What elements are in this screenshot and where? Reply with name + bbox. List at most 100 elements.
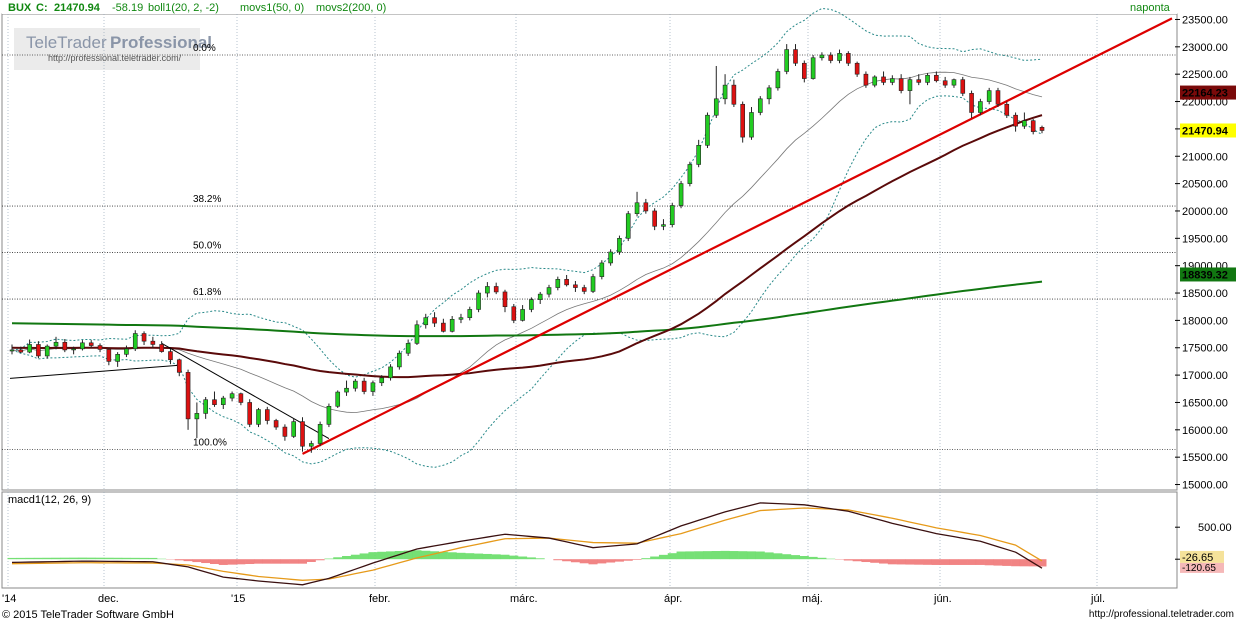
- candle-body: [713, 98, 719, 116]
- candle-body: [309, 443, 314, 447]
- candle-body: [300, 421, 305, 447]
- x-axis-label: febr.: [369, 593, 390, 605]
- macd-histogram-bar: [482, 553, 492, 560]
- fibonacci-label: 50.0%: [193, 241, 221, 252]
- macd-histogram-bar: [262, 559, 272, 564]
- value-badge-label: 22164.23: [1182, 88, 1228, 100]
- candle-body: [397, 352, 402, 368]
- candle-body: [282, 426, 288, 437]
- macd-histogram-bar: [474, 553, 484, 560]
- candle-body: [766, 87, 772, 100]
- macd-y-tick-label: 500.00: [1198, 522, 1232, 534]
- macd-histogram-bar: [192, 559, 202, 563]
- macd-histogram-bar: [808, 556, 818, 560]
- candle-body: [414, 324, 420, 344]
- macd-histogram-bar: [940, 559, 950, 565]
- candle-body: [775, 71, 781, 89]
- fibonacci-label: 0.0%: [193, 43, 216, 54]
- candle-body: [256, 409, 261, 425]
- macd-histogram-bar: [104, 557, 114, 560]
- header-close-label: C:: [36, 2, 48, 14]
- candle-body: [185, 372, 191, 420]
- candle-body: [810, 57, 816, 79]
- candle-body: [678, 183, 684, 206]
- candle-body: [581, 287, 587, 292]
- footer-url[interactable]: http://professional.teletrader.com: [1089, 609, 1234, 620]
- candle-body: [159, 344, 164, 352]
- macd-histogram-bar: [729, 551, 739, 560]
- candle-body: [485, 286, 490, 294]
- main-plot-area[interactable]: [1, 13, 1178, 491]
- macd-histogram-bar: [861, 559, 871, 563]
- candle-body: [986, 90, 992, 102]
- macd-histogram-bar: [606, 559, 616, 563]
- candle-body: [819, 54, 825, 59]
- fibonacci-label: 61.8%: [193, 287, 221, 298]
- macd-histogram-bar: [183, 559, 193, 562]
- macd-histogram-bar: [25, 557, 35, 560]
- candle-body: [317, 424, 323, 444]
- candle-body: [335, 391, 341, 407]
- macd-histogram-bar: [51, 557, 61, 560]
- candle: [863, 71, 869, 88]
- header-change: -58.19: [112, 2, 143, 14]
- macd-histogram-bar: [579, 559, 589, 564]
- candle-body: [326, 405, 332, 425]
- x-axis-label: márc.: [510, 593, 538, 605]
- candle: [132, 330, 138, 352]
- candle-body: [71, 348, 76, 351]
- macd-histogram-bar: [641, 558, 651, 560]
- macd-histogram-bar: [887, 559, 897, 565]
- y-tick-label: 18500.00: [1182, 288, 1228, 300]
- candle-body: [449, 318, 455, 332]
- macd-histogram-bar: [676, 551, 686, 560]
- candle-body: [476, 292, 481, 310]
- candle-body: [661, 224, 666, 227]
- candle: [476, 290, 481, 313]
- macd-histogram-bar: [526, 557, 536, 560]
- macd-histogram-bar: [782, 554, 792, 560]
- x-axis-label: jún.: [933, 593, 952, 605]
- copyright-text: © 2015 TeleTrader Software GmbH: [2, 609, 174, 621]
- macd-histogram-bar: [967, 559, 977, 565]
- macd-histogram-bar: [69, 557, 79, 560]
- candle-body: [854, 62, 860, 75]
- x-axis-label: '14: [2, 593, 16, 605]
- macd-histogram-bar: [306, 559, 316, 562]
- candle-body: [423, 317, 429, 326]
- candle: [256, 407, 261, 428]
- candle-body: [27, 344, 32, 353]
- macd-histogram-bar: [597, 559, 607, 564]
- y-tick-label: 21000.00: [1182, 151, 1228, 163]
- macd-histogram-bar: [77, 557, 87, 560]
- macd-histogram-bar: [870, 559, 880, 563]
- macd-histogram-bar: [456, 552, 466, 560]
- macd-histogram-bar: [553, 559, 563, 561]
- macd-histogram-bar: [218, 559, 228, 565]
- candle-body: [1022, 120, 1027, 127]
- macd-histogram-bar: [174, 559, 184, 561]
- candle-body: [220, 397, 226, 405]
- candle-body: [1013, 114, 1018, 127]
- macd-histogram-bar: [33, 557, 43, 560]
- candle-body: [634, 202, 640, 215]
- candle-body: [124, 348, 129, 355]
- macd-histogram-bar: [843, 559, 853, 561]
- macd-histogram-bar: [817, 557, 827, 560]
- candle-body: [951, 79, 957, 86]
- candle: [388, 364, 393, 381]
- macd-plot-area[interactable]: [1, 491, 1178, 589]
- candle-body: [62, 341, 68, 351]
- macd-histogram-bar: [280, 559, 290, 564]
- candle-body: [969, 93, 974, 113]
- macd-histogram-bar: [518, 556, 528, 560]
- x-axis-label: júl.: [1090, 593, 1105, 605]
- candle-body: [617, 238, 622, 253]
- candle-body: [537, 293, 543, 300]
- header-period: naponta: [1130, 2, 1171, 14]
- macd-histogram-bar: [623, 559, 633, 561]
- candle-body: [115, 354, 120, 362]
- macd-histogram-bar: [271, 559, 281, 564]
- macd-histogram-bar: [491, 554, 501, 560]
- candle-body: [520, 309, 525, 321]
